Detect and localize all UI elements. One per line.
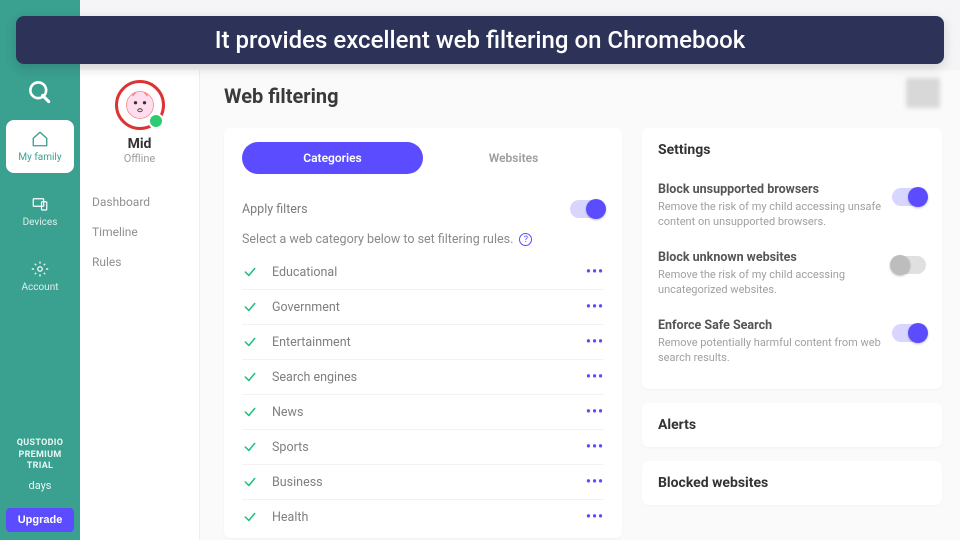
sidebar-item-account[interactable]: Account bbox=[6, 250, 74, 303]
category-options-icon[interactable]: ••• bbox=[586, 439, 604, 455]
sidebar-item-label: Account bbox=[21, 282, 58, 293]
settings-title: Settings bbox=[658, 142, 926, 158]
check-icon bbox=[242, 334, 258, 350]
apply-filters-toggle[interactable] bbox=[570, 200, 604, 218]
tab-websites[interactable]: Websites bbox=[423, 142, 604, 174]
alerts-section[interactable]: Alerts bbox=[642, 403, 942, 447]
profile-name: Mid bbox=[128, 136, 152, 152]
category-row: Search engines••• bbox=[242, 359, 604, 394]
check-icon bbox=[242, 474, 258, 490]
caption-banner: It provides excellent web filtering on C… bbox=[16, 16, 944, 64]
category-options-icon[interactable]: ••• bbox=[586, 369, 604, 385]
instruction-text: Select a web category below to set filte… bbox=[242, 232, 513, 247]
setting-desc: Remove the risk of my child accessing un… bbox=[658, 199, 882, 230]
setting-label: Block unsupported browsers bbox=[658, 182, 882, 197]
edit-avatar-icon[interactable] bbox=[148, 113, 164, 129]
category-row: News••• bbox=[242, 394, 604, 429]
setting-toggle[interactable] bbox=[892, 188, 926, 206]
category-row: Government••• bbox=[242, 289, 604, 324]
category-row: Educational••• bbox=[242, 255, 604, 289]
category-row: Business••• bbox=[242, 464, 604, 499]
setting-row: Block unsupported browsers Remove the ris… bbox=[658, 172, 926, 240]
home-icon bbox=[31, 130, 49, 148]
upgrade-button[interactable]: Upgrade bbox=[6, 508, 74, 532]
page-title: Web filtering bbox=[224, 84, 942, 108]
devices-icon bbox=[31, 195, 49, 213]
settings-card: Settings Block unsupported browsers Remov… bbox=[642, 128, 942, 389]
caption-text: It provides excellent web filtering on C… bbox=[215, 26, 745, 54]
main-content: Web filtering Categories Websites Apply … bbox=[200, 70, 960, 540]
category-options-icon[interactable]: ••• bbox=[586, 334, 604, 350]
category-options-icon[interactable]: ••• bbox=[586, 299, 604, 315]
setting-label: Enforce Safe Search bbox=[658, 318, 882, 333]
category-name: Entertainment bbox=[272, 335, 586, 350]
setting-desc: Remove potentially harmful content from … bbox=[658, 335, 882, 366]
category-name: Government bbox=[272, 300, 586, 315]
sidebar-item-label: Devices bbox=[23, 217, 58, 228]
setting-desc: Remove the risk of my child accessing un… bbox=[658, 267, 882, 298]
category-name: Business bbox=[272, 475, 586, 490]
setting-label: Block unknown websites bbox=[658, 250, 882, 265]
check-icon bbox=[242, 404, 258, 420]
category-row: Health••• bbox=[242, 499, 604, 534]
apply-filters-label: Apply filters bbox=[242, 202, 308, 217]
setting-row: Block unknown websites Remove the risk of… bbox=[658, 240, 926, 308]
category-name: Educational bbox=[272, 265, 586, 280]
categories-card: Categories Websites Apply filters Select… bbox=[224, 128, 622, 538]
setting-row: Enforce Safe Search Remove potentially ha… bbox=[658, 308, 926, 376]
category-options-icon[interactable]: ••• bbox=[586, 474, 604, 490]
profile-link-timeline[interactable]: Timeline bbox=[92, 217, 138, 247]
check-icon bbox=[242, 439, 258, 455]
child-avatar[interactable] bbox=[115, 80, 165, 130]
blocked-websites-section[interactable]: Blocked websites bbox=[642, 461, 942, 505]
category-options-icon[interactable]: ••• bbox=[586, 264, 604, 280]
category-name: Sports bbox=[272, 440, 586, 455]
profile-link-dashboard[interactable]: Dashboard bbox=[92, 187, 150, 217]
sidebar-item-my-family[interactable]: My family bbox=[6, 120, 74, 173]
tab-categories[interactable]: Categories bbox=[242, 142, 423, 174]
gear-icon bbox=[31, 260, 49, 278]
setting-toggle[interactable] bbox=[892, 324, 926, 342]
category-row: Entertainment••• bbox=[242, 324, 604, 359]
app-sidebar: My family Devices Account QUSTODIO PREMI… bbox=[0, 0, 80, 540]
sidebar-item-devices[interactable]: Devices bbox=[6, 185, 74, 238]
check-icon bbox=[242, 299, 258, 315]
trial-days: days bbox=[0, 479, 80, 502]
sidebar-item-label: My family bbox=[18, 152, 61, 163]
check-icon bbox=[242, 509, 258, 525]
check-icon bbox=[242, 264, 258, 280]
category-name: Search engines bbox=[272, 370, 586, 385]
profile-panel: Mid Offline Dashboard Timeline Rules bbox=[80, 70, 200, 540]
category-options-icon[interactable]: ••• bbox=[586, 404, 604, 420]
help-icon[interactable]: ? bbox=[519, 233, 532, 246]
blurred-corner bbox=[906, 78, 940, 108]
setting-toggle[interactable] bbox=[892, 256, 926, 274]
category-options-icon[interactable]: ••• bbox=[586, 509, 604, 525]
trial-badge: QUSTODIO PREMIUM TRIAL bbox=[0, 432, 80, 479]
check-icon bbox=[242, 369, 258, 385]
category-name: News bbox=[272, 405, 586, 420]
category-name: Health bbox=[272, 510, 586, 525]
profile-link-rules[interactable]: Rules bbox=[92, 247, 121, 277]
category-list: Educational•••Government•••Entertainment… bbox=[242, 255, 604, 534]
profile-status: Offline bbox=[124, 152, 156, 165]
brand-logo[interactable] bbox=[0, 70, 80, 114]
category-row: Sports••• bbox=[242, 429, 604, 464]
